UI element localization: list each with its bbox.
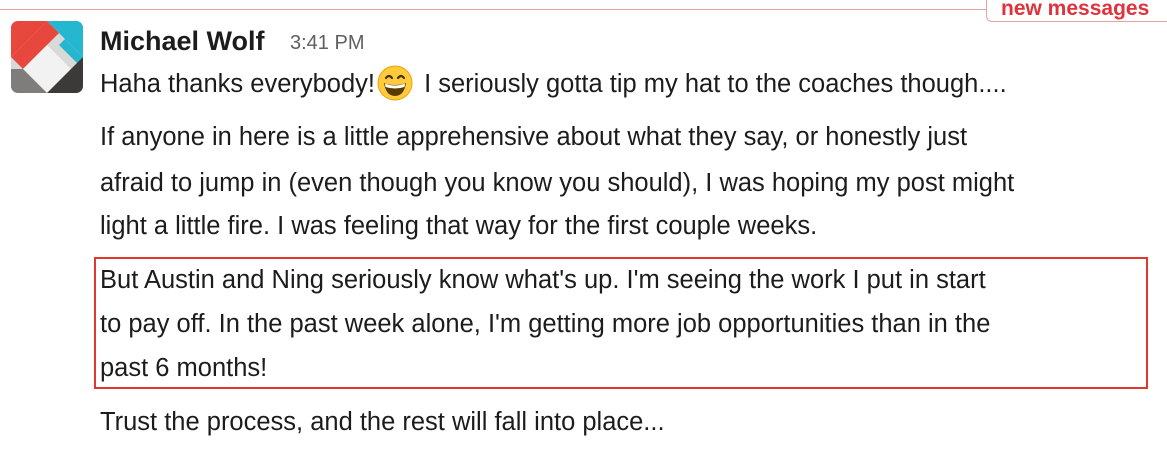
grinning-face-icon: [377, 65, 413, 115]
message-paragraph-1: Haha thanks everybody! I seriously gotta…: [100, 62, 1007, 115]
message-paragraph-2-line: afraid to jump in (even though you know …: [100, 169, 1015, 197]
message-paragraph-4: Trust the process, and the rest will fal…: [100, 408, 665, 436]
message-text: Haha thanks everybody!: [100, 70, 375, 98]
message-paragraph-2-line: If anyone in here is a little apprehensi…: [100, 123, 968, 151]
message-paragraph-2-line: light a little fire. I was feeling that …: [100, 212, 818, 240]
avatar[interactable]: [11, 21, 83, 93]
message-timestamp[interactable]: 3:41 PM: [290, 31, 364, 55]
message-author[interactable]: Michael Wolf: [100, 24, 265, 58]
message-paragraph-3-line: past 6 months!: [100, 354, 268, 382]
message-paragraph-3-line: to pay off. In the past week alone, I'm …: [100, 310, 991, 338]
message-text: I seriously gotta tip my hat to the coac…: [417, 70, 1007, 98]
new-messages-label[interactable]: new messages: [986, 0, 1167, 22]
message-paragraph-3-line: But Austin and Ning seriously know what'…: [100, 266, 986, 294]
geometric-avatar-icon: [11, 21, 83, 93]
